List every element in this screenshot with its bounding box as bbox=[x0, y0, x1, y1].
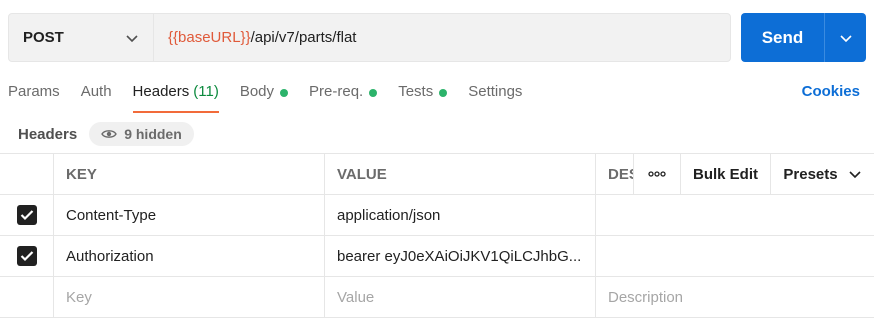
tab-label: Pre-req. bbox=[309, 83, 364, 100]
send-button-group: Send bbox=[741, 13, 866, 62]
send-button[interactable]: Send bbox=[741, 13, 825, 62]
tab-label: Headers bbox=[132, 83, 190, 100]
tab-label: Tests bbox=[398, 83, 434, 100]
tab-body[interactable]: Body bbox=[239, 83, 289, 113]
status-dot bbox=[439, 89, 448, 97]
eye-icon bbox=[101, 130, 118, 138]
tab-label: Auth bbox=[80, 83, 112, 100]
table-row-new: Key Value Description bbox=[0, 277, 874, 318]
row-checkbox[interactable] bbox=[16, 205, 37, 225]
row-checkbox[interactable] bbox=[16, 246, 37, 266]
table-row: Content-Type application/json bbox=[0, 195, 874, 236]
row-check-cell bbox=[0, 277, 54, 317]
tab-label: Settings bbox=[468, 83, 523, 100]
tab-count-badge: (11) bbox=[193, 83, 219, 100]
tab-settings[interactable]: Settings bbox=[468, 83, 522, 113]
checkmark-icon bbox=[20, 251, 33, 262]
tab-tests[interactable]: Tests bbox=[398, 83, 448, 113]
new-key-input[interactable]: Key bbox=[54, 277, 325, 317]
tab-pre-request[interactable]: Pre-req. bbox=[309, 83, 378, 113]
headers-table: KEY VALUE DES Bulk Edit Presets Content-… bbox=[0, 153, 874, 318]
send-options-button[interactable] bbox=[825, 13, 866, 62]
column-header-key: KEY bbox=[54, 154, 325, 194]
section-title: Headers bbox=[18, 125, 78, 143]
row-check-cell bbox=[0, 236, 54, 276]
chevron-down-icon bbox=[839, 34, 852, 42]
header-check-cell bbox=[0, 154, 54, 194]
column-header-value: VALUE bbox=[325, 154, 596, 194]
new-description-input[interactable]: Description bbox=[596, 277, 874, 317]
cookies-link[interactable]: Cookies bbox=[802, 83, 860, 100]
status-dot bbox=[369, 89, 378, 97]
ellipsis-icon bbox=[648, 171, 666, 177]
hidden-headers-toggle[interactable]: 9 hidden bbox=[89, 122, 194, 146]
presets-dropdown[interactable]: Presets bbox=[771, 154, 874, 194]
method-select[interactable]: POST bbox=[9, 14, 154, 61]
checkmark-icon bbox=[20, 210, 33, 221]
method-label: POST bbox=[23, 29, 64, 46]
table-header-row: KEY VALUE DES Bulk Edit Presets bbox=[0, 154, 874, 195]
tab-label: Body bbox=[239, 83, 275, 100]
header-description-cell[interactable] bbox=[596, 236, 874, 276]
chevron-down-icon bbox=[849, 171, 861, 179]
row-check-cell bbox=[0, 195, 54, 235]
header-key-cell[interactable]: Content-Type bbox=[54, 195, 325, 235]
tab-params[interactable]: Params bbox=[8, 83, 60, 113]
header-value-cell[interactable]: application/json bbox=[325, 195, 596, 235]
request-tabs: Params Auth Headers (11) Body Pre-req. Te… bbox=[8, 83, 543, 113]
table-actions: Bulk Edit Presets bbox=[633, 154, 874, 194]
chevron-down-icon bbox=[126, 34, 138, 42]
more-options-button[interactable] bbox=[633, 154, 681, 194]
presets-label: Presets bbox=[783, 165, 838, 183]
url-variable: {{baseURL}} bbox=[168, 29, 251, 46]
request-url-bar: POST {{baseURL}}/api/v7/parts/flat bbox=[8, 13, 731, 62]
header-key-cell[interactable]: Authorization bbox=[54, 236, 325, 276]
header-value-cell[interactable]: bearer eyJ0eXAiOiJKV1QiLCJhbG... bbox=[325, 236, 596, 276]
table-row: Authorization bearer eyJ0eXAiOiJKV1QiLCJ… bbox=[0, 236, 874, 277]
new-value-input[interactable]: Value bbox=[325, 277, 596, 317]
tab-auth[interactable]: Auth bbox=[81, 83, 112, 113]
bulk-edit-button[interactable]: Bulk Edit bbox=[681, 154, 771, 194]
tab-headers[interactable]: Headers (11) bbox=[132, 83, 220, 113]
headers-subheader: Headers 9 hidden bbox=[18, 121, 194, 147]
status-dot bbox=[280, 89, 289, 97]
hidden-count-label: 9 hidden bbox=[124, 126, 182, 142]
url-path: /api/v7/parts/flat bbox=[250, 29, 357, 46]
header-description-cell[interactable] bbox=[596, 195, 874, 235]
tab-label: Params bbox=[8, 83, 60, 100]
url-input[interactable]: {{baseURL}}/api/v7/parts/flat bbox=[154, 14, 730, 61]
